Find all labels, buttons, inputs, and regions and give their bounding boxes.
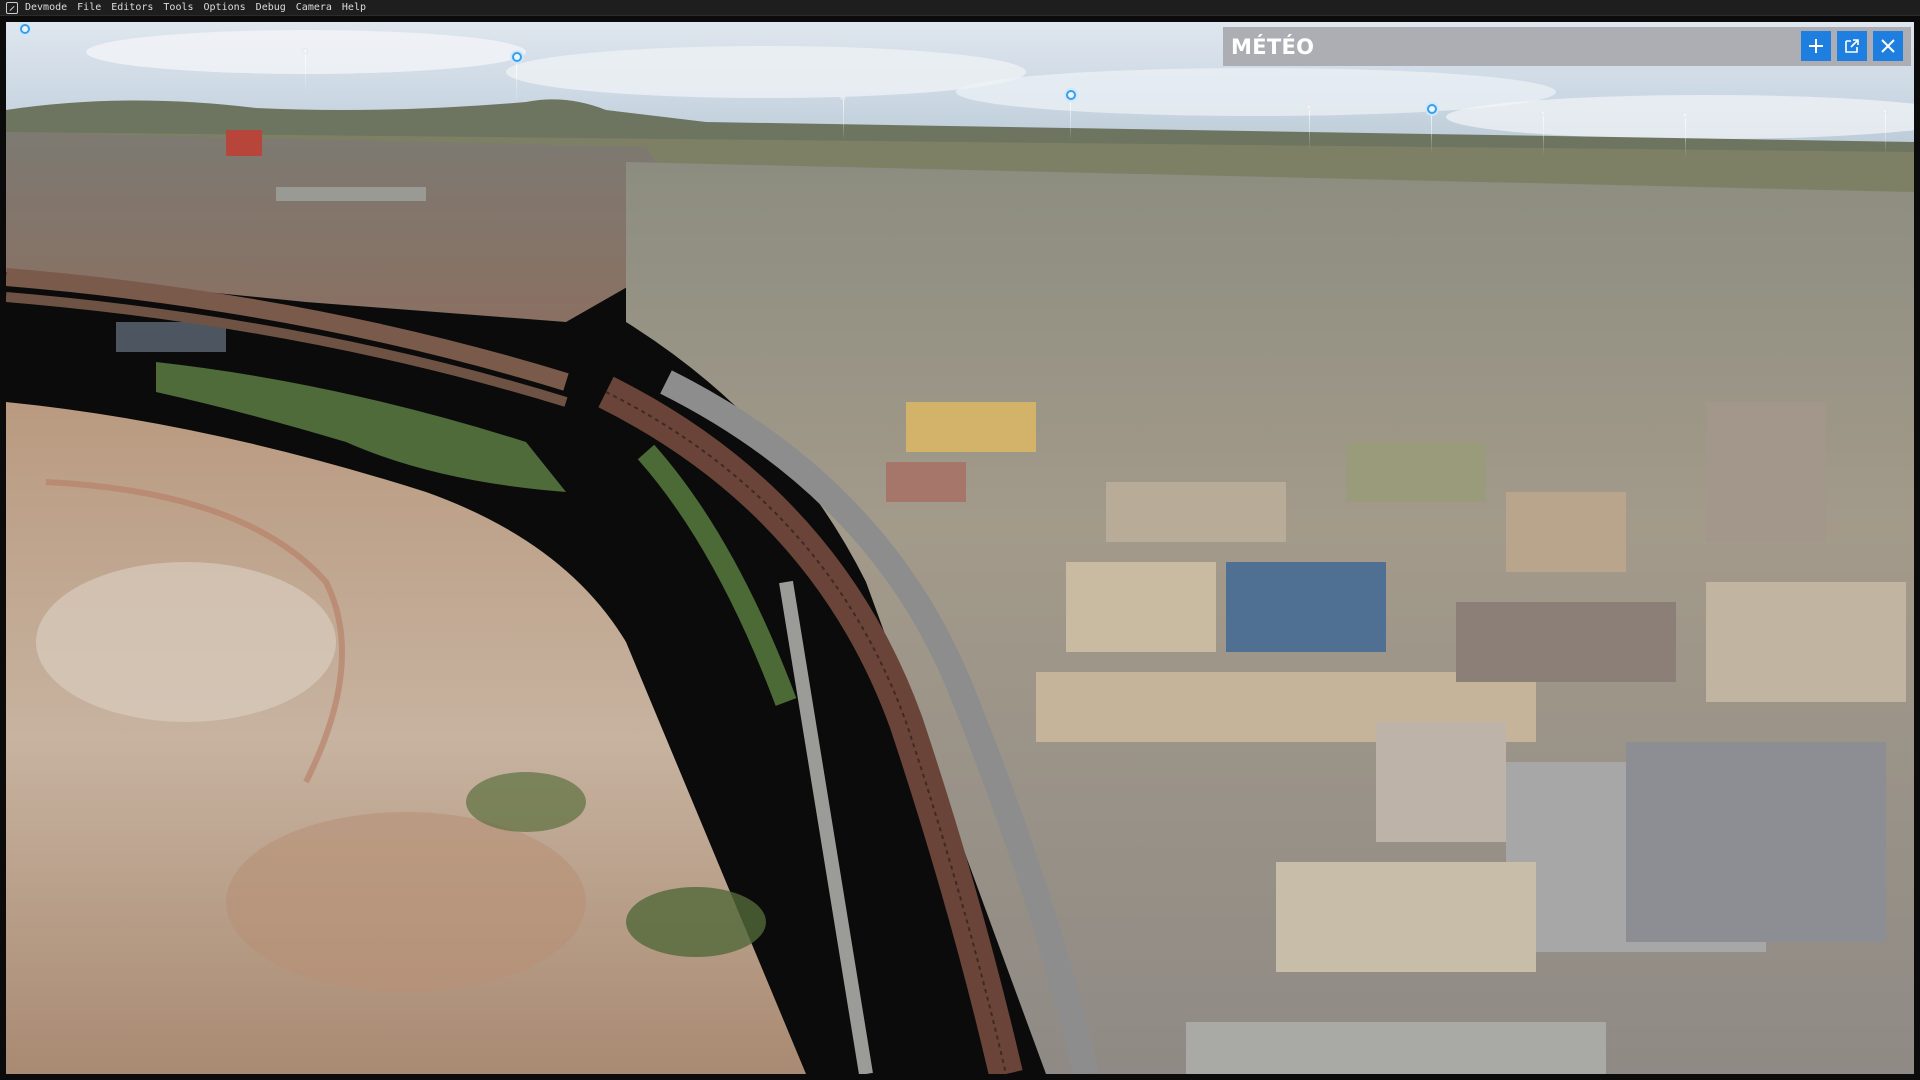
app-logo-icon — [6, 1, 18, 14]
menu-devmode[interactable]: Devmode — [23, 0, 75, 16]
building — [1376, 722, 1506, 842]
menu-tools[interactable]: Tools — [161, 0, 201, 16]
building — [886, 462, 966, 502]
industrial-shed — [116, 322, 226, 352]
building — [1226, 562, 1386, 652]
pin-dot — [22, 26, 28, 32]
meteo-actions — [1801, 31, 1903, 61]
plus-icon — [1809, 39, 1823, 53]
menu-debug[interactable]: Debug — [254, 0, 294, 16]
location-pin-icon[interactable] — [1682, 112, 1696, 158]
location-pin-icon[interactable] — [302, 48, 316, 94]
vegetation-patch — [626, 887, 766, 957]
menu-help[interactable]: Help — [340, 0, 374, 16]
3d-viewport[interactable] — [6, 22, 1914, 1074]
pin-stem — [305, 54, 306, 94]
industrial-shed — [276, 187, 426, 201]
pin-stem — [1431, 116, 1432, 154]
menu-editors[interactable]: Editors — [109, 0, 161, 16]
side-road — [779, 580, 873, 1074]
location-pin-icon[interactable] — [1540, 110, 1554, 156]
pin-stem — [1543, 116, 1544, 156]
building — [1276, 862, 1536, 972]
building — [1106, 482, 1286, 542]
cloud — [506, 46, 1026, 98]
pin-stem — [1885, 114, 1886, 154]
aerial-scene[interactable] — [6, 22, 1914, 1074]
menu-file[interactable]: File — [75, 0, 109, 16]
pin-stem — [1685, 118, 1686, 158]
pin-stem — [1070, 102, 1071, 140]
pin-stem — [843, 100, 844, 140]
location-pin-icon[interactable] — [1882, 108, 1896, 154]
building — [1186, 1022, 1606, 1074]
location-pin-icon[interactable] — [1306, 104, 1320, 150]
building — [1706, 582, 1906, 702]
add-button[interactable] — [1801, 31, 1831, 61]
meteo-panel: MÉTÉO — [1223, 27, 1911, 66]
location-pin-icon[interactable] — [18, 22, 32, 36]
pin-dot — [1068, 92, 1074, 98]
menu-bar: Devmode File Editors Tools Options Debug… — [0, 0, 1920, 16]
building — [1506, 492, 1626, 572]
menu-options[interactable]: Options — [202, 0, 254, 16]
pin-dot — [1429, 106, 1435, 112]
building — [1456, 602, 1676, 682]
building — [1626, 742, 1886, 942]
building — [1066, 562, 1216, 652]
quarry-patch — [226, 812, 586, 992]
close-button[interactable] — [1873, 31, 1903, 61]
pin-stem — [516, 64, 517, 102]
building — [1706, 402, 1826, 542]
red-building — [226, 130, 262, 156]
close-icon — [1881, 39, 1895, 53]
location-pin-icon[interactable] — [1064, 88, 1078, 140]
pin-dot — [514, 54, 520, 60]
meteo-title: MÉTÉO — [1231, 34, 1315, 59]
location-pin-icon[interactable] — [510, 50, 524, 102]
quarry-patch — [36, 562, 336, 722]
external-link-icon — [1845, 39, 1859, 53]
open-external-button[interactable] — [1837, 31, 1867, 61]
menu-camera[interactable]: Camera — [294, 0, 340, 16]
building — [906, 402, 1036, 452]
building — [1346, 442, 1486, 502]
location-pin-icon[interactable] — [840, 94, 854, 140]
vegetation-patch — [466, 772, 586, 832]
location-pin-icon[interactable] — [1425, 102, 1439, 154]
pin-stem — [1309, 110, 1310, 150]
